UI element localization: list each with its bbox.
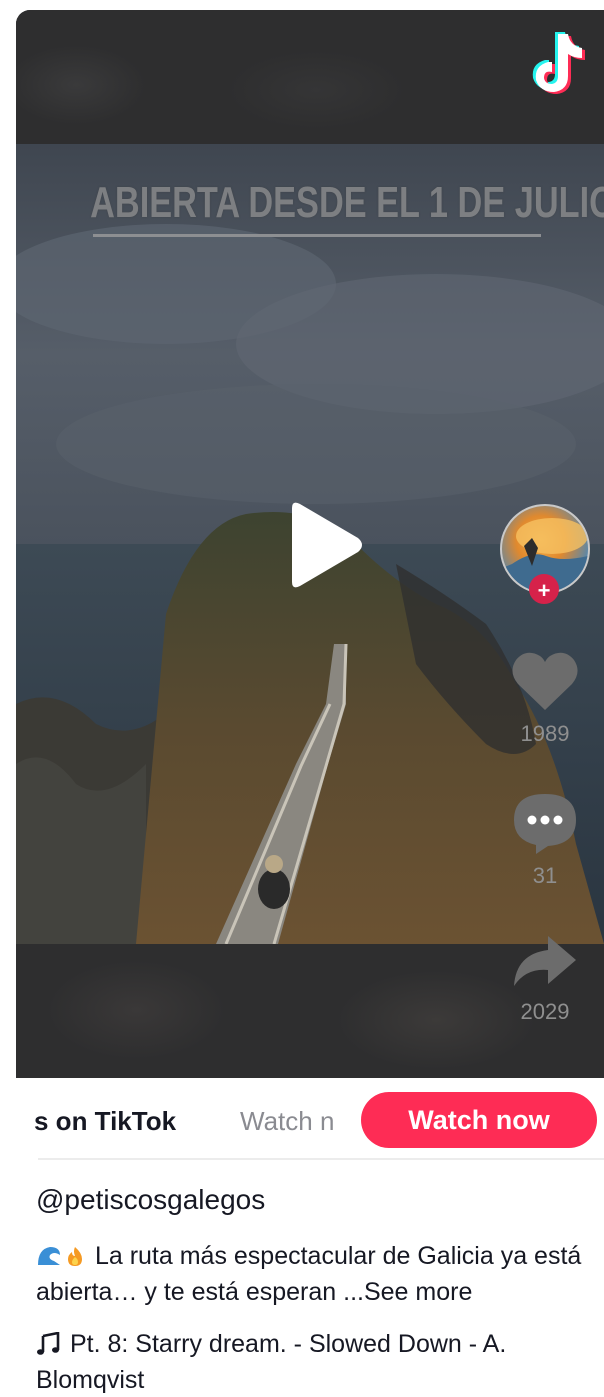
overlay-underline — [93, 234, 541, 237]
tiktok-logo-icon[interactable] — [522, 28, 586, 100]
fire-emoji-icon — [68, 1247, 82, 1266]
follow-button[interactable]: + — [529, 574, 559, 604]
play-icon[interactable] — [286, 500, 366, 590]
video-player[interactable]: ABIERTA DESDE EL 1 DE JULIO + 1989 31 20… — [16, 10, 604, 1078]
comment-count: 31 — [532, 863, 558, 888]
music-title: Pt. 8: Starry dream. - Slowed Down - A. … — [36, 1330, 507, 1394]
divider — [38, 1158, 604, 1160]
share-count: 2029 — [520, 999, 570, 1024]
watch-bar-left-text[interactable]: s on TikTok — [34, 1106, 176, 1137]
watch-now-button[interactable]: Watch now — [361, 1092, 597, 1148]
comment-button[interactable]: 31 — [500, 792, 590, 889]
caption-text: La ruta más espectacular de Galicia ya e… — [36, 1242, 582, 1306]
tiktok-embed-card: ABIERTA DESDE EL 1 DE JULIO + 1989 31 20… — [16, 10, 604, 1397]
video-caption: La ruta más espectacular de Galicia ya e… — [36, 1238, 602, 1310]
video-overlay-text: ABIERTA DESDE EL 1 DE JULIO — [90, 178, 604, 227]
like-button[interactable]: 1989 — [500, 650, 590, 747]
music-note-icon — [37, 1332, 60, 1355]
see-more-link[interactable]: ...See more — [343, 1278, 472, 1306]
watch-bar-middle-text[interactable]: Watch n — [240, 1106, 370, 1137]
video-info-panel: s on TikTok Watch n Watch now @petiscosg… — [16, 1078, 604, 1397]
share-icon — [514, 936, 576, 986]
wave-emoji-icon — [38, 1247, 60, 1265]
like-count: 1989 — [520, 721, 570, 746]
creator-username[interactable]: @petiscosgalegos — [36, 1184, 265, 1216]
heart-icon — [512, 652, 578, 710]
comment-icon — [514, 794, 576, 854]
share-button[interactable]: 2029 — [500, 932, 590, 1025]
video-overlay-text-wrapper: ABIERTA DESDE EL 1 DE JULIO — [16, 178, 604, 228]
music-track[interactable]: Pt. 8: Starry dream. - Slowed Down - A. … — [36, 1326, 602, 1397]
watch-bar: s on TikTok Watch n Watch now — [16, 1092, 604, 1152]
